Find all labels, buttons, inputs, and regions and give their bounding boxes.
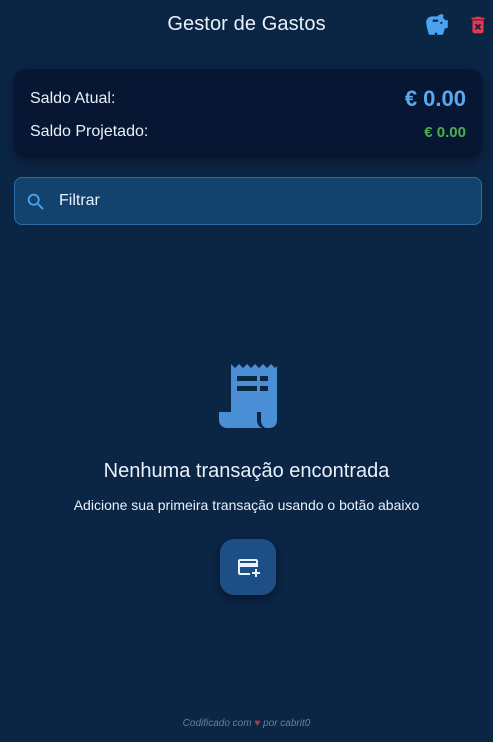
projected-balance-row: Saldo Projetado: € 0.00	[30, 121, 466, 143]
filter-input[interactable]	[59, 178, 471, 224]
footer-prefix: Codificado com	[182, 718, 252, 729]
delete-all-button[interactable]	[467, 12, 489, 38]
footer-credit: Codificado com ♥ por cabrit0	[0, 718, 493, 729]
empty-state-title: Nenhuma transação encontrada	[103, 460, 390, 482]
heart-icon: ♥	[254, 718, 261, 729]
app-root: Gestor de Gastos Saldo Atual: € 0.00 Sal…	[0, 0, 493, 742]
add-transaction-button[interactable]	[220, 539, 276, 595]
projected-balance-label: Saldo Projetado:	[30, 123, 149, 140]
trash-icon	[471, 16, 485, 34]
current-balance-value: € 0.00	[404, 86, 466, 111]
header: Gestor de Gastos	[0, 0, 493, 52]
current-balance-row: Saldo Atual: € 0.00	[30, 85, 466, 113]
savings-button[interactable]	[424, 12, 450, 38]
page-title: Gestor de Gastos	[167, 13, 326, 35]
empty-state-subtitle: Adicione sua primeira transação usando o…	[73, 497, 420, 513]
balance-card: Saldo Atual: € 0.00 Saldo Projetado: € 0…	[14, 69, 482, 158]
projected-balance-value: € 0.00	[424, 123, 466, 141]
footer-suffix: por cabrit0	[263, 718, 311, 729]
search-icon	[27, 193, 44, 210]
current-balance-label: Saldo Atual:	[30, 90, 116, 107]
add-card-icon	[238, 559, 260, 577]
piggy-bank-icon	[426, 14, 448, 35]
filter-field[interactable]	[14, 177, 482, 225]
receipt-icon	[219, 364, 277, 428]
